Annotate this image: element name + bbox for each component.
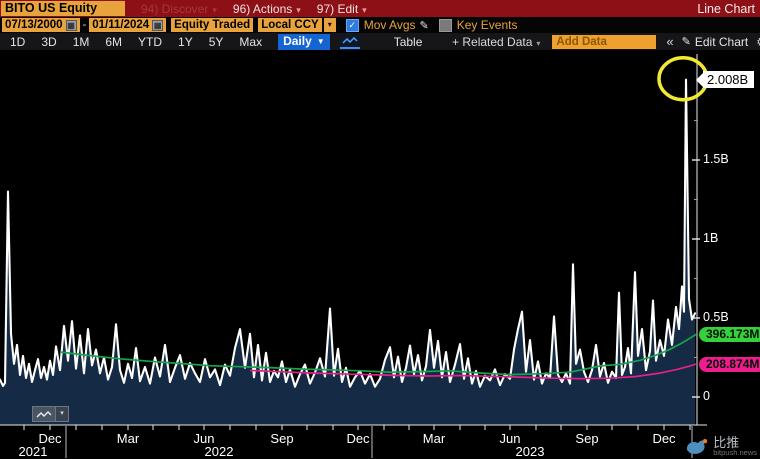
chevron-down-icon: ▾	[296, 5, 301, 15]
chart-type-icon[interactable]	[340, 34, 360, 49]
collapse-panel-button[interactable]: «	[666, 34, 673, 49]
gear-icon[interactable]: ⚙	[756, 35, 760, 49]
range-button-1y[interactable]: 1Y	[178, 35, 193, 49]
volume-line	[0, 80, 695, 387]
y-axis-tick-label: 0.5B	[703, 310, 729, 324]
frequency-value: Daily	[283, 35, 312, 48]
security-type-button[interactable]: Equity Traded	[171, 18, 253, 32]
watermark: 比推 bitpush.news	[685, 436, 757, 457]
x-axis-year-label: 2023	[516, 444, 545, 459]
edit-chart-label: Edit Chart	[695, 35, 748, 49]
add-data-input[interactable]	[552, 35, 656, 49]
range-button-6m[interactable]: 6M	[105, 35, 122, 49]
peak-value-callout: 2.008B	[703, 71, 754, 88]
pencil-icon: ✎	[682, 35, 691, 48]
currency-dropdown-caret[interactable]: ▾	[324, 18, 336, 32]
line-chart-mini-icon[interactable]	[32, 406, 56, 422]
x-axis-month-label: Mar	[117, 431, 140, 446]
bird-logo-icon	[685, 437, 709, 457]
chart-mode-label: Line Chart	[697, 2, 755, 16]
volume-chart-svg: DecMarJunSepDecMarJunSepDec202120222023	[0, 50, 760, 459]
mov-avgs-checkbox[interactable]: ✓	[346, 19, 359, 32]
x-axis-year-label: 2021	[19, 444, 48, 459]
y-axis-tick-label: 1B	[703, 231, 718, 245]
chevron-down-icon[interactable]: ▾	[56, 406, 69, 422]
x-axis-year-label: 2022	[205, 444, 234, 459]
x-axis-month-label: Dec	[652, 431, 676, 446]
watermark-texts: 比推 bitpush.news	[713, 436, 757, 457]
pencil-icon[interactable]: ✎	[420, 19, 429, 32]
date-from-value: 07/13/2000	[5, 18, 63, 32]
y-axis-tick-label: 0	[703, 389, 710, 403]
x-axis-month-label: Sep	[270, 431, 293, 446]
chart-toolbar: 1D 3D 1M 6M YTD 1Y 5Y Max Daily ▼ Table …	[0, 33, 760, 50]
title-bar: BITO US Equity 94) Discover ▾ 96) Actions…	[0, 0, 760, 17]
chevron-down-icon: ▾	[362, 5, 367, 15]
edit-chart-button[interactable]: ✎ Edit Chart	[682, 35, 749, 49]
range-button-3d[interactable]: 3D	[41, 35, 56, 49]
date-from-field[interactable]: 07/13/2000 ▦	[2, 18, 80, 32]
calendar-icon[interactable]: ▦	[152, 20, 163, 31]
range-button-1m[interactable]: 1M	[73, 35, 90, 49]
chart-area[interactable]: DecMarJunSepDecMarJunSepDec202120222023 …	[0, 50, 760, 459]
chevron-down-icon: ▾	[212, 5, 217, 15]
menu-discover-label: 94) Discover	[141, 2, 208, 16]
y-axis-tick-label: 1.5B	[703, 152, 729, 166]
menu-discover[interactable]: 94) Discover ▾	[141, 2, 217, 16]
watermark-site: bitpush.news	[713, 449, 757, 457]
key-events-checkbox[interactable]	[439, 19, 452, 32]
x-axis-month-label: Sep	[575, 431, 598, 446]
menu-edit[interactable]: 97) Edit ▾	[317, 2, 367, 16]
date-to-value: 01/11/2024	[92, 18, 149, 32]
menu-actions-label: 96) Actions	[233, 2, 292, 16]
related-data-button[interactable]: + Related Data ▾	[452, 35, 540, 49]
bloomberg-terminal-window: BITO US Equity 94) Discover ▾ 96) Actions…	[0, 0, 760, 459]
mov-avgs-label: Mov Avgs	[364, 18, 416, 32]
date-range-dash: -	[83, 19, 87, 31]
ma2-last-value-badge: 208.874M	[699, 357, 760, 372]
table-button[interactable]: Table	[394, 35, 423, 49]
chart-style-mini-button[interactable]: ▾	[32, 406, 69, 422]
related-data-label: + Related Data	[452, 35, 532, 49]
menu-actions[interactable]: 96) Actions ▾	[233, 2, 301, 16]
settings-toolbar: 07/13/2000 ▦ - 01/11/2024 ▦ Equity Trade…	[0, 17, 760, 33]
x-axis-month-label: Mar	[423, 431, 446, 446]
x-axis-month-label: Dec	[346, 431, 370, 446]
range-button-max[interactable]: Max	[239, 35, 262, 49]
calendar-icon[interactable]: ▦	[66, 20, 77, 31]
chevron-down-icon: ▼	[317, 35, 325, 48]
menu-edit-label: 97) Edit	[317, 2, 358, 16]
key-events-label: Key Events	[457, 18, 518, 32]
currency-select[interactable]: Local CCY	[258, 18, 322, 32]
range-button-5y[interactable]: 5Y	[209, 35, 224, 49]
date-to-field[interactable]: 01/11/2024 ▦	[89, 18, 166, 32]
line-chart-glyph	[342, 36, 358, 45]
ma1-last-value-badge: 396.173M	[699, 327, 760, 342]
chevron-down-icon: ▾	[536, 39, 540, 48]
frequency-dropdown[interactable]: Daily ▼	[278, 34, 330, 50]
range-button-ytd[interactable]: YTD	[138, 35, 162, 49]
ticker-field[interactable]: BITO US Equity	[1, 1, 125, 16]
line-chart-glyph	[36, 410, 52, 419]
range-button-1d[interactable]: 1D	[10, 35, 25, 49]
